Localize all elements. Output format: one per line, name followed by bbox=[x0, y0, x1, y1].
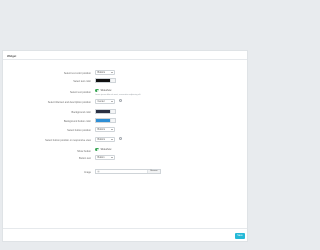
button-text-select[interactable]: Button bbox=[95, 155, 115, 160]
header-divider bbox=[3, 59, 247, 60]
row-label: Select button position bbox=[67, 129, 91, 132]
toggle-label: Slideshow bbox=[100, 89, 112, 92]
row-label: Show button bbox=[77, 150, 91, 153]
chevron-down-icon bbox=[111, 72, 113, 74]
button-position-select[interactable]: Bottom bbox=[95, 127, 115, 132]
color-picker-icon[interactable] bbox=[110, 110, 115, 113]
browse-button[interactable]: Browse bbox=[147, 170, 160, 173]
chevron-down-icon bbox=[111, 101, 113, 103]
row-text-position: Select text position Slideshow Lorem ips… bbox=[3, 89, 247, 99]
select-value: Bottom bbox=[97, 71, 106, 74]
file-icon: ▤ bbox=[97, 171, 100, 173]
chevron-down-icon bbox=[111, 157, 113, 159]
row-label: Background button color bbox=[63, 120, 91, 123]
text-color-position-select[interactable]: Bottom bbox=[95, 70, 115, 75]
row-button-text: Button text Button bbox=[3, 155, 247, 165]
chevron-down-icon bbox=[111, 129, 113, 131]
color-picker-icon[interactable] bbox=[110, 79, 115, 82]
color-swatch bbox=[96, 110, 111, 113]
background-button-color-picker[interactable] bbox=[95, 118, 116, 123]
select-value: Bottom bbox=[97, 138, 106, 141]
row-image: Image ▤ Browse bbox=[3, 169, 247, 179]
row-label: Select text color bbox=[73, 80, 91, 83]
color-swatch bbox=[96, 119, 111, 122]
toggle-knob bbox=[96, 89, 99, 92]
toggle-knob bbox=[96, 148, 99, 151]
title-text-position-select[interactable]: Center bbox=[95, 99, 115, 104]
row-label: Button text bbox=[79, 157, 91, 160]
row-label: Select text color position bbox=[63, 72, 91, 75]
help-text: Lorem ipsum dolor sit amet, consectetur … bbox=[95, 93, 141, 96]
row-label: Select title/text and description positi… bbox=[47, 101, 91, 104]
row-label: Select button position on responsive vie… bbox=[45, 139, 91, 142]
save-button[interactable]: Save bbox=[235, 233, 245, 239]
help-circle-icon[interactable] bbox=[119, 99, 122, 102]
row-title-text-position: Select title/text and description positi… bbox=[3, 99, 247, 109]
panel-title: Widget bbox=[7, 54, 17, 58]
row-label: Image bbox=[84, 171, 91, 174]
color-swatch bbox=[96, 79, 111, 82]
select-value: Bottom bbox=[97, 128, 106, 131]
text-position-toggle[interactable] bbox=[95, 89, 99, 92]
select-value: Button bbox=[97, 156, 105, 159]
row-label: Select text position bbox=[70, 91, 91, 94]
row-text-color: Select text color bbox=[3, 78, 247, 88]
toggle-label: Slideshow bbox=[100, 148, 112, 151]
row-button-position-responsive: Select button position on responsive vie… bbox=[3, 137, 247, 147]
color-picker-icon[interactable] bbox=[110, 119, 115, 122]
button-position-responsive-select[interactable]: Bottom bbox=[95, 137, 115, 142]
chevron-down-icon bbox=[111, 139, 113, 141]
row-button-position: Select button position Bottom bbox=[3, 127, 247, 137]
show-button-toggle[interactable] bbox=[95, 148, 99, 151]
settings-panel: Widget Select text color position Bottom… bbox=[2, 50, 248, 242]
footer-divider bbox=[3, 228, 247, 229]
image-file-input[interactable]: ▤ Browse bbox=[95, 169, 161, 174]
text-color-picker[interactable] bbox=[95, 78, 116, 83]
background-color-picker[interactable] bbox=[95, 109, 116, 114]
help-circle-icon[interactable] bbox=[119, 137, 122, 140]
select-value: Center bbox=[97, 100, 105, 103]
row-label: Background color bbox=[71, 111, 91, 114]
